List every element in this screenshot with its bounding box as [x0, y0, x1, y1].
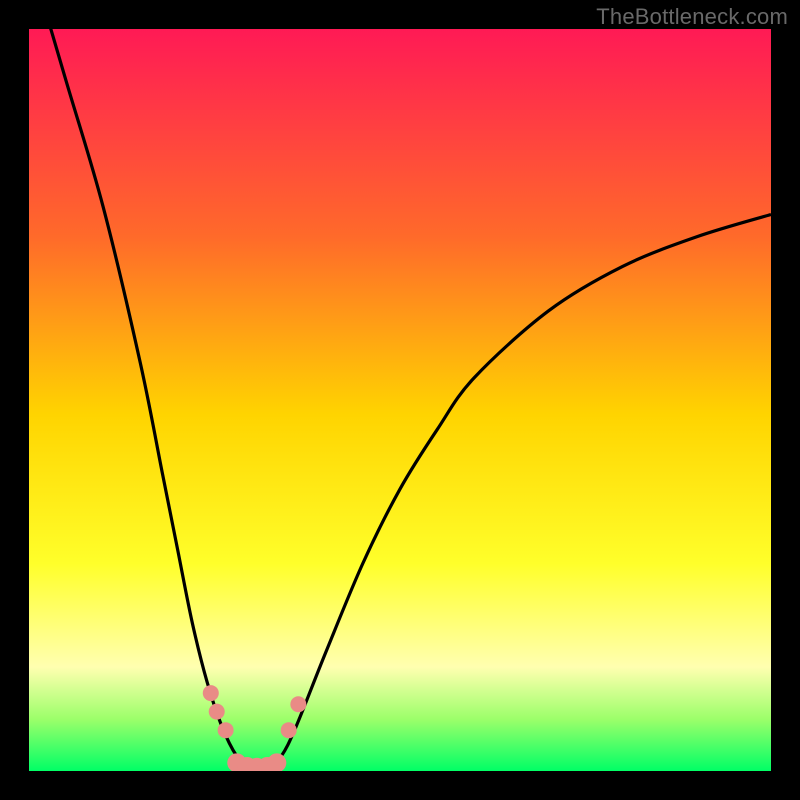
chart-frame: TheBottleneck.com — [0, 0, 800, 800]
bead-marker — [218, 722, 234, 738]
bottleneck-curve — [29, 29, 771, 771]
bead-marker — [281, 722, 297, 738]
bead-marker — [209, 704, 225, 720]
watermark-text: TheBottleneck.com — [596, 4, 788, 30]
bead-marker — [203, 685, 219, 701]
plot-area — [29, 29, 771, 771]
bead-marker — [290, 696, 306, 712]
bead-marker — [267, 753, 286, 771]
